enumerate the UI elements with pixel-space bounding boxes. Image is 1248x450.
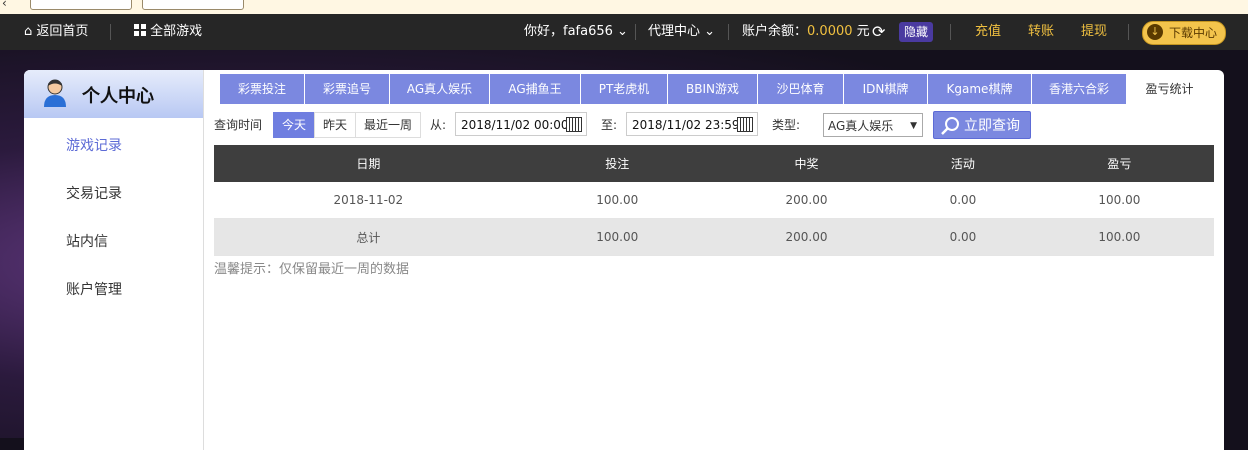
cell-total-profit: 100.00: [1024, 218, 1214, 256]
calendar-icon[interactable]: [566, 117, 582, 132]
download-center-button[interactable]: ↓ 下载中心: [1142, 21, 1227, 45]
nav-divider: [950, 24, 951, 40]
back-arrow-icon[interactable]: ‹: [2, 0, 7, 10]
column-header: 投注: [522, 145, 712, 182]
column-header: 盈亏: [1024, 145, 1214, 182]
today-button[interactable]: 今天: [273, 112, 315, 138]
sidebar-item-messages[interactable]: 站内信: [66, 231, 108, 251]
from-date-input[interactable]: 2018/11/02 00:00: [455, 112, 587, 136]
user-greeting[interactable]: 你好，fafa656 ⌄: [524, 14, 628, 50]
grid-icon: [134, 24, 146, 36]
tab-lottery-chase[interactable]: 彩票追号: [305, 74, 390, 104]
table-header-row: 日期 投注 中奖 活动 盈亏: [214, 145, 1214, 182]
balance-label: 账户余额：: [742, 24, 808, 39]
chevron-down-icon: ⌄: [704, 24, 716, 39]
search-button-label: 立即查询: [964, 118, 1020, 134]
refresh-icon[interactable]: ⟳: [872, 14, 885, 50]
last-week-button[interactable]: 最近一周: [355, 112, 421, 138]
all-games-label: 全部游戏: [150, 24, 203, 39]
tab-lottery-bet[interactable]: 彩票投注: [220, 74, 305, 104]
nav-divider: [1128, 24, 1129, 40]
home-icon: ⌂: [24, 24, 33, 39]
balance-value: 0.0000: [807, 24, 853, 39]
hide-balance-button[interactable]: 隐藏: [899, 22, 934, 42]
tab-ag-live[interactable]: AG真人娱乐: [390, 74, 490, 104]
sidebar-item-game-records[interactable]: 游戏记录: [66, 135, 122, 155]
table-total-row: 总计 100.00 200.00 0.00 100.00: [214, 218, 1214, 256]
user-avatar-icon: [44, 79, 66, 107]
to-label: 至:: [601, 118, 618, 132]
top-strip: ‹: [0, 0, 1248, 14]
top-strip-tab-2[interactable]: [142, 0, 244, 10]
withdraw-link[interactable]: 提现: [1081, 14, 1107, 50]
cell-total-bet: 100.00: [522, 218, 712, 256]
query-time-label: 查询时间: [214, 118, 263, 132]
cell-total-label: 总计: [214, 218, 523, 256]
from-date-value: 2018/11/02 00:00: [461, 118, 569, 132]
magnifier-icon: [941, 117, 959, 135]
dropdown-arrow-icon: ▼: [910, 121, 917, 131]
home-label: 返回首页: [36, 24, 89, 39]
from-label: 从:: [430, 118, 447, 132]
tab-pt-slots[interactable]: PT老虎机: [581, 74, 668, 104]
retention-tip: 温馨提示：仅保留最近一周的数据: [214, 262, 410, 277]
to-date-value: 2018/11/02 23:59: [632, 118, 740, 132]
tab-kgame-chess[interactable]: Kgame棋牌: [928, 74, 1032, 104]
balance-display: 账户余额：0.0000 元: [742, 14, 870, 50]
table-row: 2018-11-02 100.00 200.00 0.00 100.00: [214, 182, 1214, 219]
agent-center-menu[interactable]: 代理中心 ⌄: [648, 14, 715, 50]
tab-saba-sports[interactable]: 沙巴体育: [758, 74, 844, 104]
home-link[interactable]: ⌂ 返回首页: [24, 14, 88, 50]
agent-center-label: 代理中心: [648, 24, 701, 39]
sidebar-title: 个人中心: [82, 86, 154, 107]
sidebar: 个人中心 游戏记录 交易记录 站内信 账户管理: [24, 70, 204, 450]
main-panel: 个人中心 游戏记录 交易记录 站内信 账户管理 彩票投注 彩票追号 AG真人娱乐…: [24, 70, 1224, 450]
nav-divider: [728, 24, 729, 40]
to-date-input[interactable]: 2018/11/02 23:59: [626, 112, 758, 136]
sidebar-item-transaction-records[interactable]: 交易记录: [66, 183, 122, 203]
tab-idn-chess[interactable]: IDN棋牌: [844, 74, 928, 104]
tab-profit-loss[interactable]: 盈亏统计: [1127, 74, 1213, 104]
cell-win: 200.00: [711, 182, 902, 219]
sidebar-header: 个人中心: [24, 70, 203, 118]
game-type-value: AG真人娱乐: [828, 119, 894, 133]
top-nav: ⌂ 返回首页 全部游戏 你好，fafa656 ⌄ 代理中心 ⌄ 账户余额：0.0…: [0, 14, 1248, 50]
yesterday-button[interactable]: 昨天: [314, 112, 356, 138]
download-center-label: 下载中心: [1169, 26, 1218, 40]
cell-profit: 100.00: [1024, 182, 1214, 219]
column-header: 日期: [214, 145, 523, 182]
cell-date: 2018-11-02: [214, 182, 523, 219]
currency-label: 元: [856, 24, 870, 39]
cell-total-activity: 0.00: [901, 218, 1025, 256]
column-header: 活动: [901, 145, 1025, 182]
nav-divider: [635, 24, 636, 40]
type-label: 类型:: [772, 118, 801, 132]
column-header: 中奖: [711, 145, 902, 182]
profit-loss-table: 日期 投注 中奖 活动 盈亏 2018-11-02 100.00 200.00 …: [214, 145, 1214, 256]
nav-divider: [110, 24, 111, 40]
game-type-select[interactable]: AG真人娱乐 ▼: [823, 113, 923, 137]
sidebar-item-account-management[interactable]: 账户管理: [66, 279, 122, 299]
download-icon: ↓: [1147, 24, 1163, 40]
tab-bbin-games[interactable]: BBIN游戏: [668, 74, 758, 104]
all-games-link[interactable]: 全部游戏: [134, 14, 202, 50]
greeting-text: 你好，fafa656: [524, 24, 613, 39]
tab-ag-fishing[interactable]: AG捕鱼王: [490, 74, 581, 104]
transfer-link[interactable]: 转账: [1028, 14, 1054, 50]
cell-total-win: 200.00: [711, 218, 902, 256]
tab-hk-mark-six[interactable]: 香港六合彩: [1032, 74, 1127, 104]
cell-bet: 100.00: [522, 182, 712, 219]
top-strip-tab-1[interactable]: [30, 0, 132, 10]
chevron-down-icon: ⌄: [617, 24, 628, 39]
recharge-link[interactable]: 充值: [975, 14, 1001, 50]
calendar-icon[interactable]: [737, 117, 753, 132]
cell-activity: 0.00: [901, 182, 1025, 219]
search-button[interactable]: 立即查询: [933, 111, 1031, 139]
